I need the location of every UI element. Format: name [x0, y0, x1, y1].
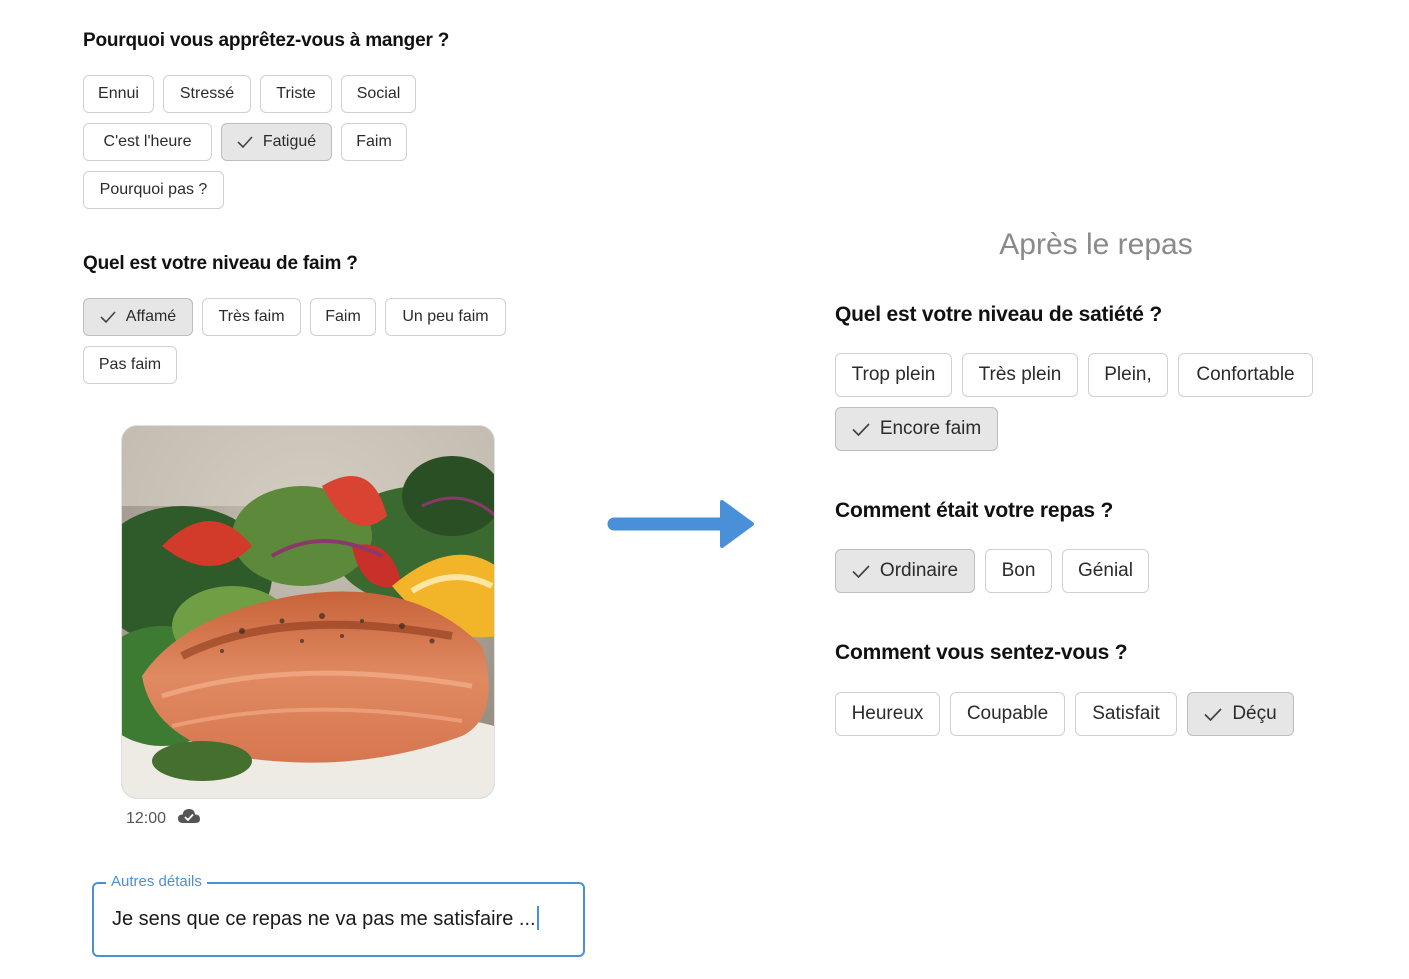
after-meal-title: Après le repas — [999, 228, 1193, 261]
chip-label: Très plein — [978, 364, 1062, 385]
chip-fatigue[interactable]: Fatigué — [221, 123, 332, 161]
chip-label: Pourquoi pas ? — [99, 181, 208, 198]
details-label: Autres détails — [106, 873, 207, 890]
chip-label: Triste — [276, 85, 316, 102]
chip-label: Stressé — [179, 85, 235, 102]
details-input[interactable]: Je sens que ce repas ne va pas me satisf… — [112, 906, 539, 931]
chip-faim[interactable]: Faim — [341, 123, 407, 161]
checkmark-icon — [1204, 707, 1222, 721]
satiety-question: Quel est votre niveau de satiété ? — [835, 303, 1162, 326]
chip-genial[interactable]: Génial — [1062, 549, 1149, 593]
chip-label: Plein, — [1104, 364, 1152, 385]
salmon-salad-image — [122, 426, 494, 798]
chip-heureux[interactable]: Heureux — [835, 692, 940, 736]
chip-label: Coupable — [966, 703, 1049, 724]
text-caret — [536, 906, 539, 930]
chip-label: Social — [356, 85, 401, 102]
chip-label: Encore faim — [879, 418, 982, 439]
details-field[interactable]: Autres détails Je sens que ce repas ne v… — [92, 873, 585, 957]
chip-ennui[interactable]: Ennui — [83, 75, 154, 113]
chip-label: Très faim — [218, 308, 285, 325]
cloud-check-icon — [178, 808, 201, 829]
checkmark-icon — [852, 564, 870, 578]
chip-bon[interactable]: Bon — [985, 549, 1052, 593]
photo-meta: 12:00 — [126, 808, 201, 829]
chip-label: Trop plein — [851, 364, 936, 385]
chip-c-est-l-heure[interactable]: C'est l'heure — [83, 123, 212, 161]
chip-affame[interactable]: Affamé — [83, 298, 193, 336]
chip-label: Affamé — [125, 308, 177, 325]
chip-label: Pas faim — [98, 356, 162, 373]
chip-label: C'est l'heure — [103, 133, 192, 150]
checkmark-icon — [237, 136, 253, 148]
chip-pourquoi-pas[interactable]: Pourquoi pas ? — [83, 171, 224, 209]
details-value: Je sens que ce repas ne va pas me satisf… — [112, 908, 536, 930]
hunger-question: Quel est votre niveau de faim ? — [83, 253, 358, 274]
chip-plein[interactable]: Plein, — [1088, 353, 1168, 397]
chip-ordinaire[interactable]: Ordinaire — [835, 549, 975, 593]
chip-stresse[interactable]: Stressé — [163, 75, 251, 113]
chip-trop-plein[interactable]: Trop plein — [835, 353, 952, 397]
chip-faim[interactable]: Faim — [310, 298, 376, 336]
chip-pas-faim[interactable]: Pas faim — [83, 346, 177, 384]
chip-label: Faim — [325, 308, 361, 325]
chip-coupable[interactable]: Coupable — [950, 692, 1065, 736]
chip-tres-faim[interactable]: Très faim — [202, 298, 301, 336]
chip-label: Bon — [1001, 560, 1036, 581]
chip-triste[interactable]: Triste — [260, 75, 332, 113]
chip-confortable[interactable]: Confortable — [1178, 353, 1313, 397]
meal-question: Comment était votre repas ? — [835, 499, 1114, 522]
chip-label: Faim — [356, 133, 392, 150]
chip-label: Un peu faim — [402, 308, 489, 325]
photo-time: 12:00 — [126, 809, 167, 827]
chip-label: Fatigué — [262, 133, 317, 150]
chip-encore-faim[interactable]: Encore faim — [835, 407, 998, 451]
chip-social[interactable]: Social — [341, 75, 416, 113]
chip-label: Déçu — [1232, 703, 1277, 724]
chip-label: Confortable — [1196, 364, 1295, 385]
feeling-question: Comment vous sentez-vous ? — [835, 641, 1128, 664]
chip-label: Satisfait — [1092, 703, 1160, 724]
chip-satisfait[interactable]: Satisfait — [1075, 692, 1177, 736]
chip-label: Ennui — [98, 85, 139, 102]
arrow-right-icon — [606, 500, 756, 548]
checkmark-icon — [100, 311, 116, 323]
meal-photo[interactable] — [121, 425, 495, 799]
chip-label: Ordinaire — [879, 560, 959, 581]
chip-tres-plein[interactable]: Très plein — [962, 353, 1078, 397]
chip-label: Heureux — [851, 703, 924, 724]
why-question: Pourquoi vous apprêtez-vous à manger ? — [83, 30, 450, 51]
chip-un-peu-faim[interactable]: Un peu faim — [385, 298, 506, 336]
chip-label: Génial — [1078, 560, 1133, 581]
chip-decu[interactable]: Déçu — [1187, 692, 1294, 736]
checkmark-icon — [852, 422, 870, 436]
